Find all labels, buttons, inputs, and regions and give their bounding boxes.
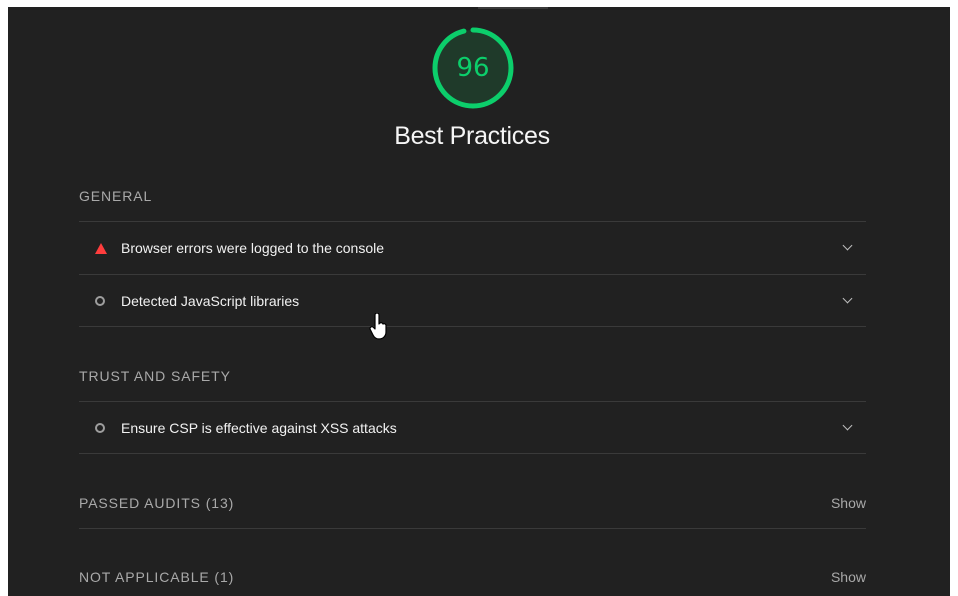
audit-browser-errors[interactable]: Browser errors were logged to the consol… — [79, 221, 866, 274]
audit-title: Ensure CSP is effective against XSS atta… — [121, 419, 397, 436]
chevron-down-icon[interactable] — [836, 421, 866, 435]
audit-title: Browser errors were logged to the consol… — [121, 240, 385, 256]
group-label-general: General — [79, 188, 153, 204]
clump-label: Passed audits (13) — [79, 495, 235, 511]
divider — [79, 528, 866, 529]
hand-cursor-icon — [369, 313, 387, 340]
score-gauge[interactable]: 96 — [431, 26, 515, 110]
report-panel: 96 Best Practices General Browser errors… — [8, 7, 950, 596]
warning-triangle-icon — [79, 241, 121, 255]
chevron-down-icon[interactable] — [836, 241, 866, 255]
info-circle-icon — [79, 294, 121, 308]
show-passed-button[interactable]: Show — [831, 495, 866, 511]
info-circle-icon — [79, 421, 121, 435]
category-title: Best Practices — [394, 122, 550, 150]
audit-js-libraries[interactable]: Detected JavaScript libraries — [79, 274, 866, 327]
scroll-indicator — [478, 7, 548, 9]
audit-csp-xss[interactable]: Ensure CSP is effective against XSS atta… — [79, 401, 866, 454]
clump-passed-audits[interactable]: Passed audits (13) Show — [79, 483, 866, 523]
group-label-trust-and-safety: Trust and Safety — [79, 368, 231, 384]
clump-label: Not applicable (1) — [79, 569, 235, 585]
show-not-applicable-button[interactable]: Show — [831, 569, 866, 585]
clump-not-applicable[interactable]: Not applicable (1) Show — [79, 557, 866, 596]
score-value: 96 — [456, 53, 490, 83]
chevron-down-icon[interactable] — [836, 294, 866, 308]
audit-title: Detected JavaScript libraries — [121, 292, 300, 309]
